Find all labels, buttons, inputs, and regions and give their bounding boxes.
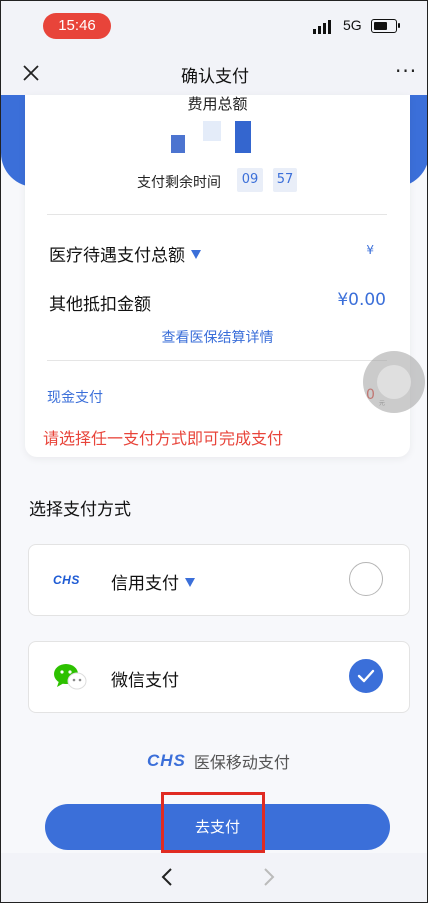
- floating-assistive-button[interactable]: [363, 351, 425, 413]
- payment-option-wechat[interactable]: 微信支付: [28, 641, 410, 713]
- cash-payment-label: 现金支付: [47, 390, 103, 406]
- chs-logo: CHS: [147, 751, 186, 770]
- payment-option-label: 信用支付: [111, 569, 195, 594]
- app-frame: 15:46 5G 确认支付 ··· 费用总额 支付剩余时间 09 : 57 医疗…: [0, 0, 428, 903]
- highlight-box: [161, 792, 265, 853]
- fee-total-label: 费用总额: [187, 95, 248, 113]
- status-time: 15:46: [43, 13, 111, 39]
- battery-icon: [371, 19, 400, 33]
- other-deduction-label: 其他抵扣金额: [49, 295, 151, 315]
- settlement-detail-link[interactable]: 查看医保结算详情: [25, 327, 410, 347]
- network-type: 5G: [343, 17, 362, 33]
- payment-option-credit[interactable]: CHS 信用支付: [28, 544, 410, 616]
- radio-selected[interactable]: [349, 659, 383, 693]
- medical-total-value: ¥: [366, 243, 374, 257]
- status-bar: 15:46 5G: [1, 1, 427, 51]
- payment-section-title: 选择支付方式: [29, 500, 131, 520]
- medical-total-row[interactable]: 医疗待遇支付总额: [49, 241, 201, 266]
- divider: [47, 360, 387, 361]
- wechat-pay-label: 微信支付: [111, 671, 179, 691]
- browser-bottom-bar: [1, 853, 427, 902]
- checkmark-icon: [357, 669, 375, 683]
- fee-amount-masked: [235, 121, 251, 153]
- timer-seconds: 57: [273, 168, 297, 192]
- medical-total-label: 医疗待遇支付总额: [49, 246, 185, 266]
- summary-card: 费用总额 支付剩余时间 09 : 57 医疗待遇支付总额 ¥ 其他抵扣金额 ¥0…: [25, 95, 410, 457]
- back-arrow-icon[interactable]: [161, 867, 173, 887]
- fee-amount-masked: [203, 121, 221, 141]
- signal-icon: [313, 19, 331, 34]
- other-deduction-value: ¥0.00: [337, 290, 386, 310]
- chs-logo: CHS: [53, 573, 80, 587]
- timer-minutes: 09: [237, 168, 263, 192]
- dropdown-triangle-icon[interactable]: [191, 249, 201, 259]
- timer-label: 支付剩余时间: [137, 175, 221, 191]
- radio-unselected[interactable]: [349, 562, 383, 596]
- payment-warning: 请选择任一支付方式即可完成支付: [43, 429, 284, 448]
- wechat-icon: [54, 664, 87, 690]
- page-title: 确认支付: [181, 67, 249, 87]
- footer-brand-text: 医保移动支付: [193, 753, 290, 772]
- dropdown-triangle-icon[interactable]: [185, 577, 195, 587]
- more-icon[interactable]: ···: [395, 59, 417, 83]
- credit-pay-label: 信用支付: [111, 574, 179, 594]
- forward-arrow-icon[interactable]: [263, 867, 275, 887]
- nav-bar: 确认支付 ···: [1, 51, 427, 95]
- divider: [47, 214, 387, 215]
- footer-brand: CHS 医保移动支付: [147, 749, 290, 773]
- fee-amount-masked: [171, 135, 185, 153]
